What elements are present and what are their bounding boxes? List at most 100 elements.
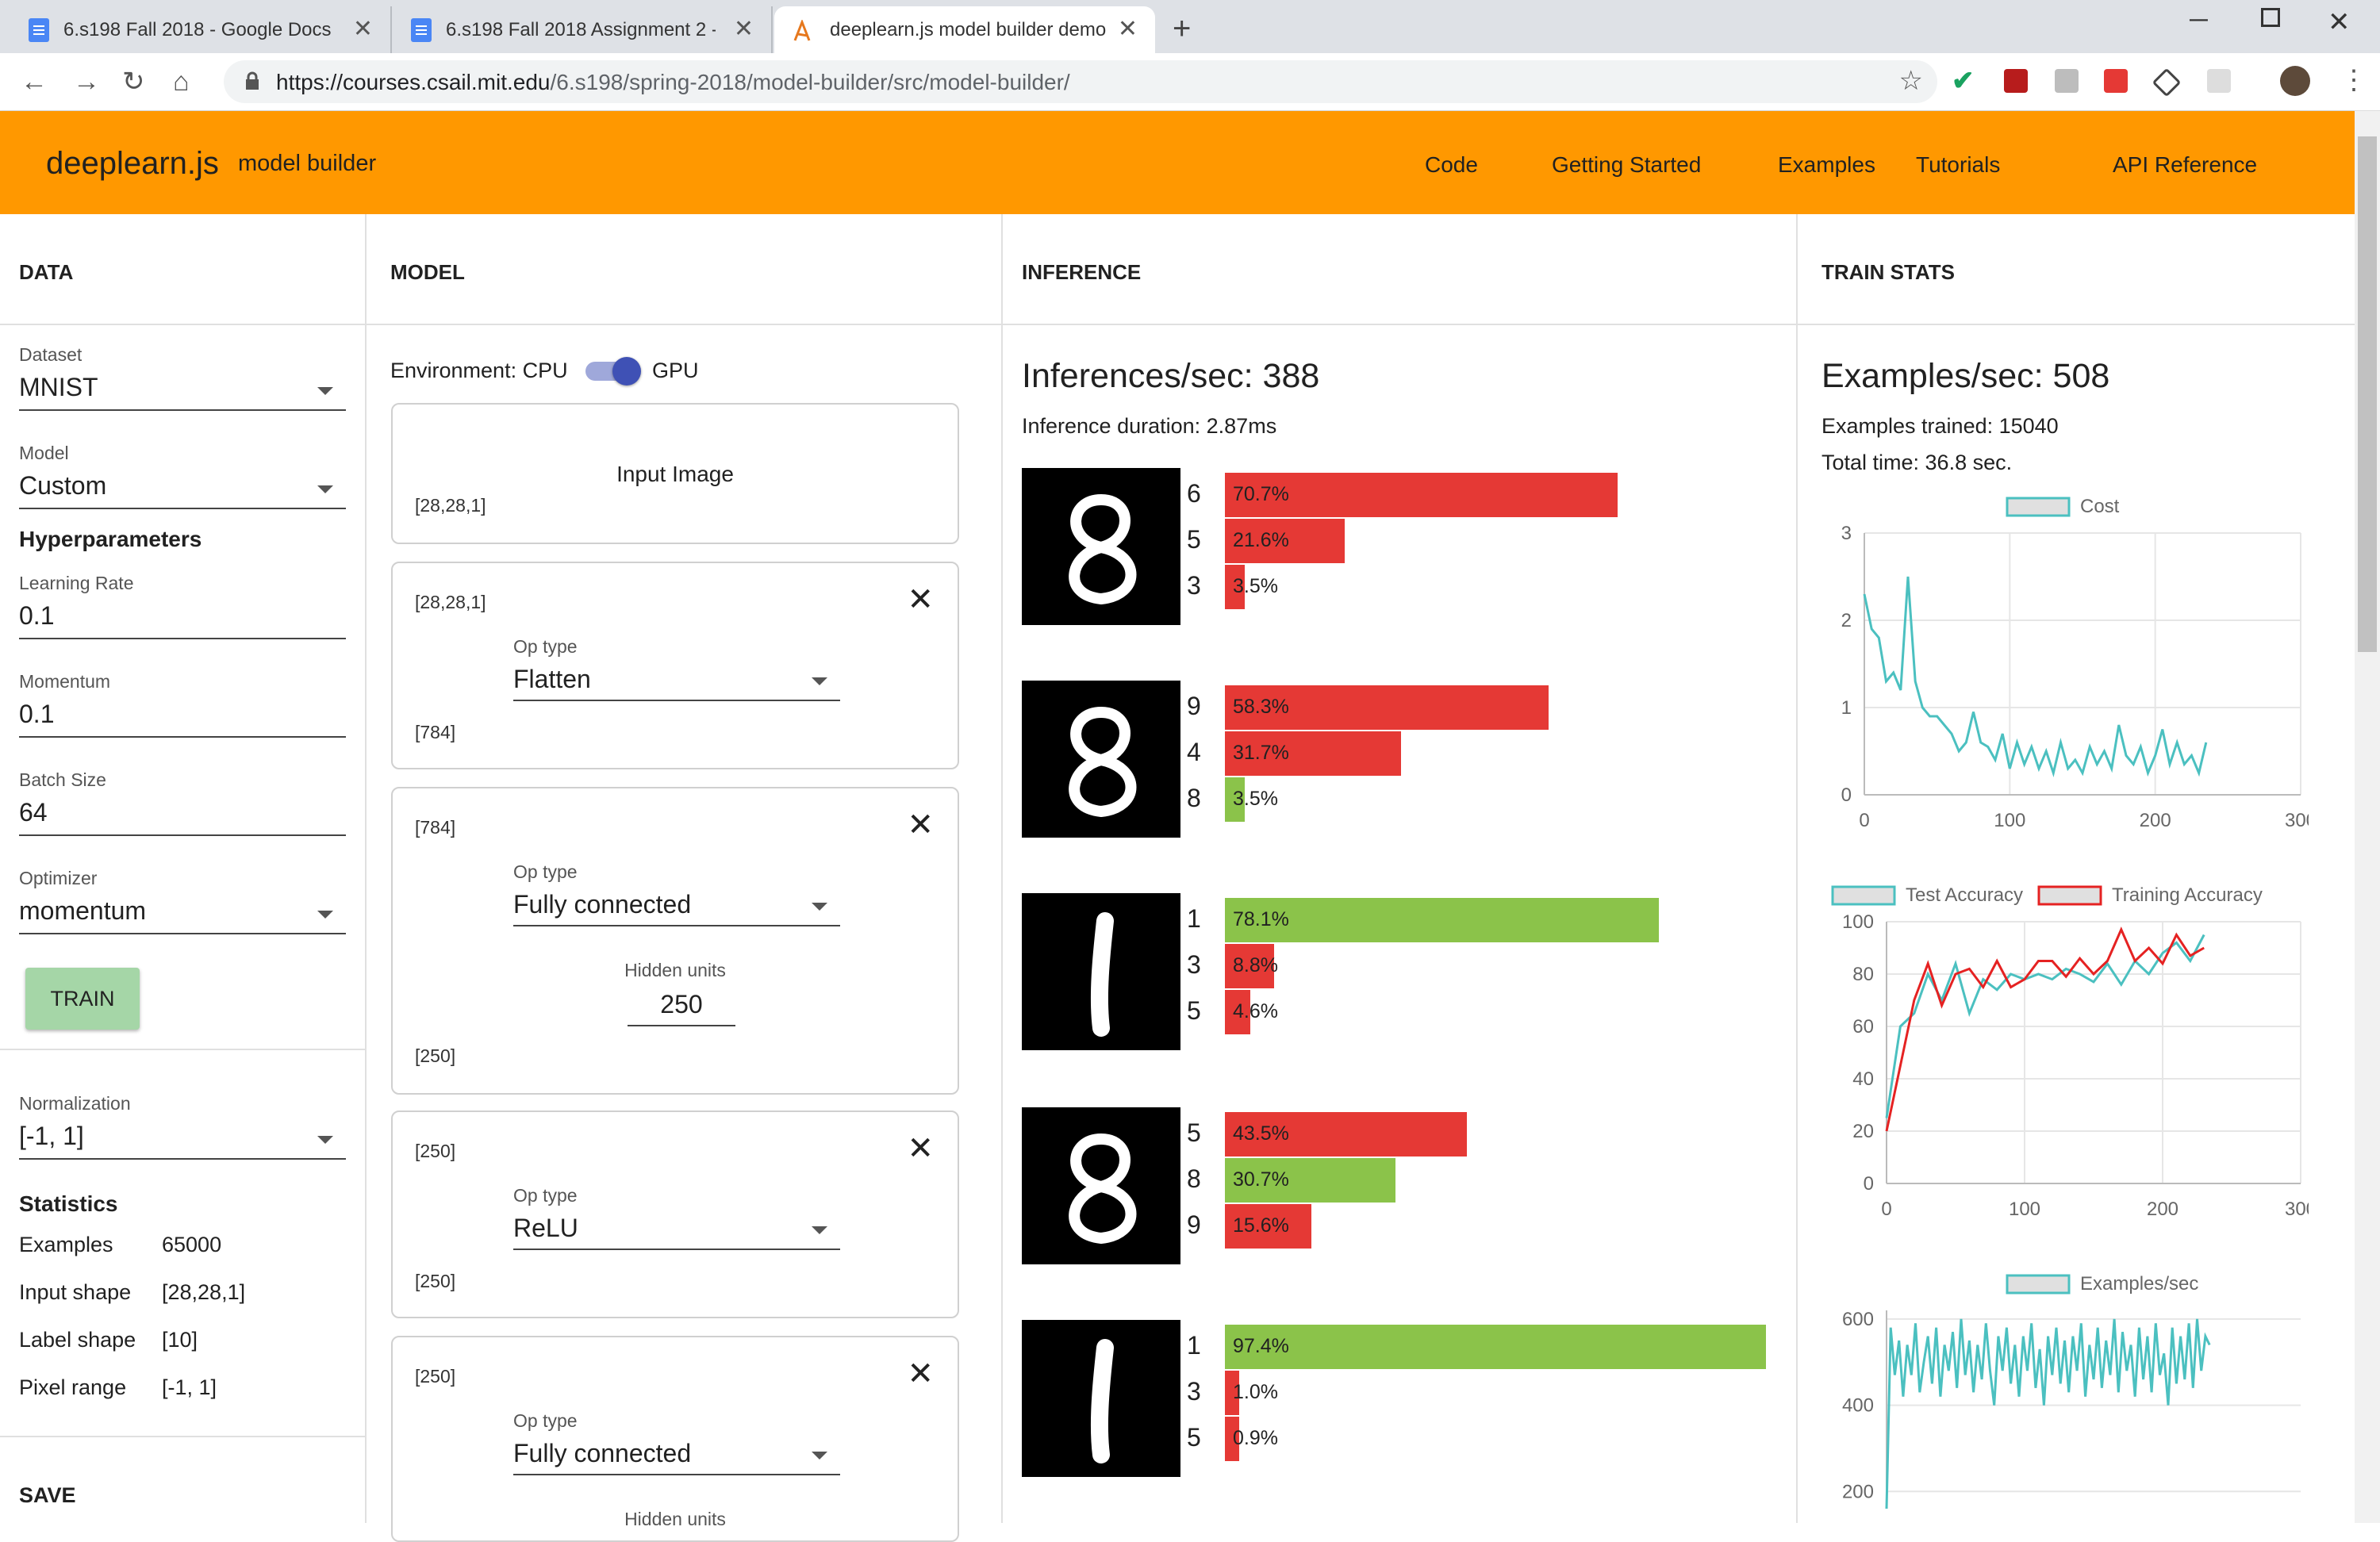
normalization-underline: [19, 1158, 346, 1160]
op-type-label: Op type: [513, 636, 578, 657]
train-button-label: TRAIN: [50, 987, 115, 1011]
close-icon[interactable]: ✕: [907, 1358, 934, 1390]
restore-window-icon[interactable]: [2261, 8, 2280, 27]
diamond-extension-icon[interactable]: [2152, 67, 2182, 98]
chevron-down-icon[interactable]: [812, 903, 827, 911]
digit-image: [1022, 468, 1180, 625]
y-tick-label: 200: [1842, 1481, 1874, 1502]
close-tab-icon[interactable]: ✕: [734, 17, 754, 41]
accuracy-chart-svg: Test Accuracy Training Accuracy 0 20 40 60 80 1…: [1831, 884, 2317, 1220]
digit-image: [1022, 681, 1180, 838]
close-icon[interactable]: ✕: [907, 1133, 934, 1164]
home-icon[interactable]: ⌂: [173, 66, 190, 98]
x-tick-label: 200: [2147, 1199, 2178, 1220]
model-select[interactable]: Custom: [19, 471, 106, 501]
reload-icon[interactable]: ↻: [122, 66, 145, 98]
translate-extension-icon[interactable]: [2055, 69, 2079, 93]
normalization-select[interactable]: [-1, 1]: [19, 1122, 84, 1151]
tab-title: 6.s198 Fall 2018 Assignment 2 - G: [446, 18, 716, 40]
predicted-class: 1: [1187, 904, 1201, 933]
address-bar[interactable]: https://courses.csail.mit.edu/6.s198/spr…: [224, 60, 1937, 103]
browser-tab-model-builder[interactable]: deeplearn.js model builder demo ✕: [774, 6, 1155, 53]
brand-title[interactable]: deeplearn.js: [46, 146, 219, 182]
chevron-down-icon[interactable]: [812, 1452, 827, 1460]
x-tick-label: 300: [2285, 810, 2309, 831]
nav-api-reference[interactable]: API Reference: [2113, 152, 2257, 178]
probability-label: 78.1%: [1233, 908, 1289, 930]
probability-label: 30.7%: [1233, 1168, 1289, 1191]
close-tab-icon[interactable]: ✕: [1118, 17, 1138, 41]
chevron-down-icon[interactable]: [812, 1226, 827, 1234]
section-divider: [0, 1049, 365, 1050]
inference-panel-header: INFERENCE: [1003, 214, 1796, 325]
optimizer-select[interactable]: momentum: [19, 896, 146, 926]
profile-avatar[interactable]: [2280, 66, 2310, 96]
model-label: Model: [19, 443, 69, 463]
probability-bar: 78.1%: [1225, 898, 1659, 942]
chevron-down-icon[interactable]: [317, 387, 333, 395]
predicted-class: 3: [1187, 1377, 1201, 1406]
data-panel: DATA Dataset MNIST Model Custom Hyperpar…: [0, 214, 365, 1523]
layer-input-shape: [250]: [415, 1141, 456, 1161]
probability-label: 15.6%: [1233, 1214, 1289, 1237]
hidden-units-input[interactable]: 250: [628, 990, 735, 1019]
checkmark-extension-icon[interactable]: ✔: [1952, 67, 1975, 94]
x-tick-label: 200: [2140, 810, 2171, 831]
todoist-extension-icon[interactable]: [2104, 69, 2128, 93]
learning-rate-label: Learning Rate: [19, 573, 134, 593]
environment-toggle[interactable]: [582, 357, 643, 386]
inference-duration: Inference duration: 2.87ms: [1022, 414, 1277, 438]
minimize-window-icon[interactable]: ─: [2190, 5, 2208, 34]
nav-code[interactable]: Code: [1425, 152, 1478, 178]
chevron-down-icon[interactable]: [317, 1136, 333, 1144]
probability-bar: 3.5%: [1225, 565, 1278, 609]
y-tick-label: 600: [1842, 1309, 1874, 1330]
stat-value: [28,28,1]: [162, 1280, 246, 1304]
op-type-select[interactable]: Fully connected: [513, 1439, 691, 1468]
examples-per-sec: Examples/sec: 508: [1821, 357, 2110, 395]
section-divider: [0, 1436, 365, 1437]
op-type-label: Op type: [513, 861, 578, 882]
stat-value: 65000: [162, 1233, 222, 1256]
chevron-down-icon[interactable]: [812, 677, 827, 685]
nav-getting-started[interactable]: Getting Started: [1552, 152, 1701, 178]
batch-size-input[interactable]: 64: [19, 798, 48, 827]
layer-output-shape: [250]: [415, 1271, 456, 1291]
nav-tutorials[interactable]: Tutorials: [1916, 152, 2000, 178]
op-type-select[interactable]: Flatten: [513, 665, 591, 694]
chevron-down-icon[interactable]: [317, 911, 333, 919]
y-tick-label: 60: [1852, 1016, 1874, 1038]
bookmark-star-icon[interactable]: ☆: [1899, 65, 1923, 97]
dataset-select[interactable]: MNIST: [19, 373, 98, 402]
browser-tab-docs[interactable]: 6.s198 Fall 2018 - Google Docs ✕: [11, 6, 392, 53]
new-tab-icon[interactable]: +: [1173, 11, 1191, 47]
nav-examples[interactable]: Examples: [1778, 152, 1875, 178]
y-tick-label: 2: [1841, 610, 1852, 631]
close-tab-icon[interactable]: ✕: [353, 17, 373, 41]
legend-label: Cost: [2080, 496, 2120, 517]
learning-rate-input[interactable]: 0.1: [19, 601, 54, 631]
back-icon[interactable]: ←: [21, 66, 48, 98]
statistics-heading: Statistics: [19, 1191, 118, 1216]
browser-tab-assignment[interactable]: 6.s198 Fall 2018 Assignment 2 - G ✕: [393, 6, 773, 53]
momentum-input[interactable]: 0.1: [19, 700, 54, 729]
pdf-extension-icon[interactable]: [2004, 69, 2028, 93]
close-window-icon[interactable]: ✕: [2328, 6, 2351, 38]
close-icon[interactable]: ✕: [907, 809, 934, 841]
train-button[interactable]: TRAIN: [25, 968, 140, 1030]
chevron-down-icon[interactable]: [317, 485, 333, 493]
probability-label: 97.4%: [1233, 1335, 1289, 1357]
data-panel-header: DATA: [0, 214, 365, 325]
probability-bar: 4.6%: [1225, 990, 1278, 1034]
cube-extension-icon[interactable]: [2207, 69, 2231, 93]
close-icon[interactable]: ✕: [907, 584, 934, 616]
browser-tab-bar: 6.s198 Fall 2018 - Google Docs ✕ 6.s198 …: [0, 0, 2380, 53]
legend-label: Examples/sec: [2080, 1273, 2198, 1295]
browser-menu-icon[interactable]: ⋮: [2340, 64, 2367, 96]
forward-icon[interactable]: →: [73, 66, 100, 98]
x-tick-label: 100: [1994, 810, 2025, 831]
op-type-select[interactable]: ReLU: [513, 1214, 578, 1243]
page-scrollbar-thumb[interactable]: [2358, 136, 2377, 652]
predicted-class: 5: [1187, 525, 1201, 554]
op-type-select[interactable]: Fully connected: [513, 890, 691, 919]
